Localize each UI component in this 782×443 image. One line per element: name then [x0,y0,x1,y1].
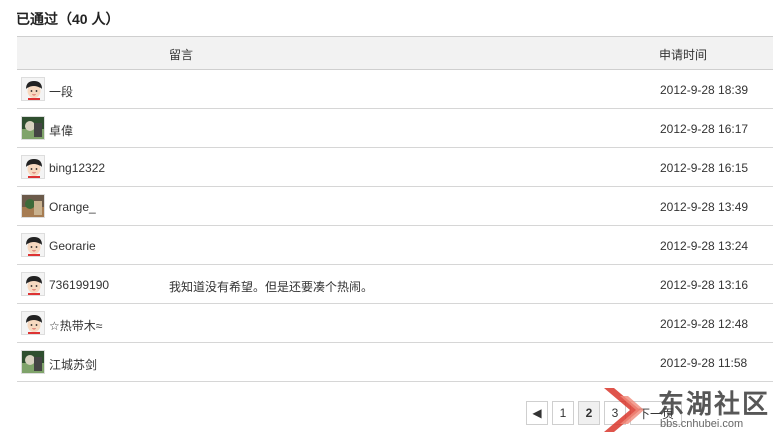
site-watermark: 东湖社区 bbs.cnhubei.com [600,382,778,438]
user-name[interactable]: bing12322 [49,161,105,175]
page-1-button[interactable]: 1 [552,401,574,425]
apply-time: 2012-9-28 12:48 [660,317,749,331]
default-avatar-icon[interactable] [21,77,45,101]
members-table: 留言 申请时间 一段 2012-9-28 18:39 卓偉 2012-9-28 16:… [17,36,773,382]
table-row: ☆热带木≈ 2012-9-28 12:48 [17,304,773,343]
table-row: 卓偉 2012-9-28 16:17 [17,109,773,148]
user-name[interactable]: 一段 [49,83,73,100]
prev-page-button[interactable]: ◀ [526,401,548,425]
apply-time: 2012-9-28 13:49 [660,200,749,214]
table-row: bing12322 2012-9-28 16:15 [17,148,773,187]
photo-avatar-icon[interactable] [21,194,45,218]
default-avatar-icon[interactable] [21,233,45,257]
user-name[interactable]: Georarie [49,239,96,253]
user-name[interactable]: 卓偉 [49,122,73,139]
user-name[interactable]: 736199190 [49,278,109,292]
photo-avatar-icon[interactable] [21,116,45,140]
table-header: 留言 申请时间 [17,37,773,70]
default-avatar-icon[interactable] [21,155,45,179]
default-avatar-icon[interactable] [21,272,45,296]
user-name[interactable]: 江城苏剑 [49,356,97,373]
apply-time: 2012-9-28 13:24 [660,239,749,253]
apply-time: 2012-9-28 11:58 [660,356,748,370]
page-2-button[interactable]: 2 [578,401,600,425]
arrow-left-icon: ◀ [532,406,542,420]
column-header-time: 申请时间 [659,48,708,62]
watermark-url: bbs.cnhubei.com [660,418,744,430]
photo-avatar-icon[interactable] [21,350,45,374]
table-body: 一段 2012-9-28 18:39 卓偉 2012-9-28 16:17 bing12… [17,70,773,382]
column-header-message: 留言 [169,48,194,62]
watermark-text: 东湖社区 [658,390,771,420]
table-row: 736199190 我知道没有希望。但是还要凑个热闹。 2012-9-28 13:1… [17,265,773,304]
apply-time: 2012-9-28 16:15 [660,161,749,175]
apply-time: 2012-9-28 16:17 [660,122,749,136]
user-message: 我知道没有希望。但是还要凑个热闹。 [169,280,374,294]
default-avatar-icon[interactable] [21,311,45,335]
apply-time: 2012-9-28 18:39 [660,83,749,97]
table-row: Orange_ 2012-9-28 13:49 [17,187,773,226]
apply-time: 2012-9-28 13:16 [660,278,749,292]
table-row: Georarie 2012-9-28 13:24 [17,226,773,265]
table-row: 一段 2012-9-28 18:39 [17,70,773,109]
user-name[interactable]: Orange_ [49,200,96,214]
page-title: 已通过（40 人） [16,11,120,27]
user-name[interactable]: ☆热带木≈ [49,317,102,334]
table-row: 江城苏剑 2012-9-28 11:58 [17,343,773,382]
logo-icon [604,388,644,432]
